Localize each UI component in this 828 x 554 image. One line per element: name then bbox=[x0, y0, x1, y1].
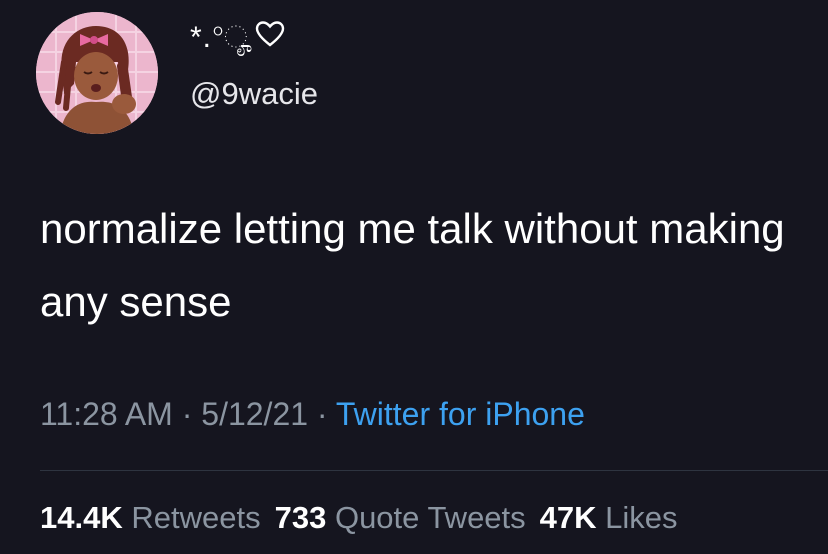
retweets-label: Retweets bbox=[131, 500, 261, 535]
tweet-time[interactable]: 11:28 AM bbox=[40, 396, 173, 432]
avatar-image-icon bbox=[36, 12, 158, 134]
quote-tweets-stat[interactable]: 733 Quote Tweets bbox=[275, 500, 526, 535]
user-handle[interactable]: @9wacie bbox=[190, 74, 318, 114]
tweet-card: *.°ೄ @9wacie normalize letting me talk w… bbox=[0, 0, 828, 554]
tweet-text: normalize letting me talk without making… bbox=[40, 205, 785, 325]
likes-label: Likes bbox=[605, 500, 678, 535]
retweets-count: 14.4K bbox=[40, 500, 123, 535]
divider bbox=[40, 470, 828, 471]
quote-tweets-label: Quote Tweets bbox=[334, 500, 526, 535]
meta-separator: · bbox=[316, 396, 328, 432]
likes-count: 47K bbox=[539, 500, 597, 535]
tweet-metadata: 11:28 AM · 5/12/21 · Twitter for iPhone bbox=[40, 392, 585, 436]
display-name[interactable]: *.°ೄ bbox=[190, 18, 285, 58]
retweets-stat[interactable]: 14.4K Retweets bbox=[40, 500, 261, 535]
meta-separator: · bbox=[181, 396, 193, 432]
avatar[interactable] bbox=[36, 12, 158, 134]
quote-tweets-count: 733 bbox=[274, 500, 327, 535]
tweet-stats: 14.4K Retweets 733 Quote Tweets 47K Likes bbox=[40, 496, 678, 540]
likes-stat[interactable]: 47K Likes bbox=[540, 500, 678, 535]
heart-icon bbox=[255, 19, 285, 59]
tweet-date[interactable]: 5/12/21 bbox=[201, 396, 308, 432]
display-name-text: *.°ೄ bbox=[190, 21, 254, 54]
tweet-source-link[interactable]: Twitter for iPhone bbox=[336, 396, 585, 432]
